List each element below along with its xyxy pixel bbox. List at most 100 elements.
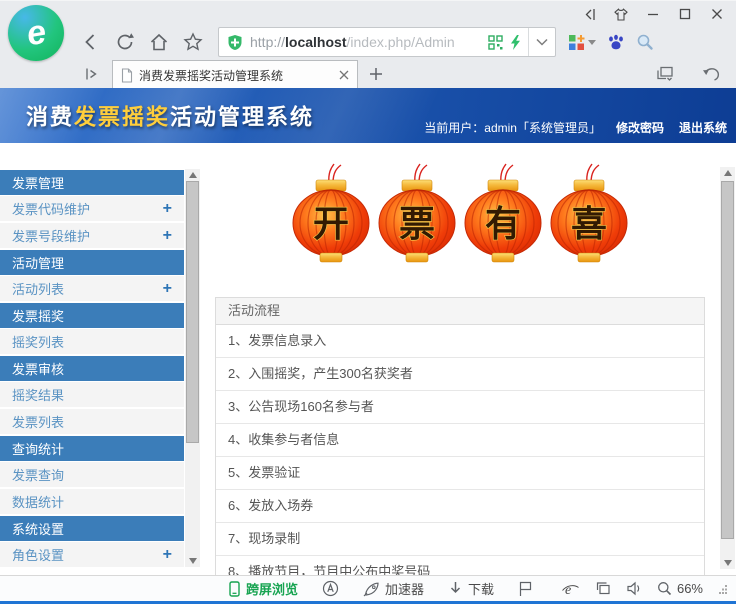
active-tab[interactable]: 消费发票摇奖活动管理系统	[112, 60, 358, 89]
scroll-up-icon[interactable]	[189, 172, 197, 178]
url-dropdown-button[interactable]	[528, 28, 555, 56]
download-button[interactable]: 下载	[448, 579, 494, 598]
plus-tab-icon	[369, 67, 383, 81]
page-banner: 消费发票摇奖活动管理系统 当前用户：admin「系统管理员」 修改密码 退出系统	[0, 88, 736, 143]
sidebar-scrollbar-thumb[interactable]	[186, 181, 199, 443]
title-part-3: 活动管理系统	[170, 104, 314, 129]
multi-window-button[interactable]	[595, 581, 611, 596]
sidebar-row-label: 数据统计	[12, 492, 64, 511]
expand-tabs-icon	[84, 66, 100, 82]
url-path: /index.php/Admin	[347, 34, 455, 50]
scroll-up-icon[interactable]	[724, 170, 732, 176]
sidebar-row[interactable]: 发票摇奖 +	[0, 303, 184, 328]
lantern-image: 喜	[548, 163, 630, 291]
logout-link[interactable]: 退出系统	[679, 119, 727, 136]
search-tool-button[interactable]	[636, 33, 654, 51]
status-bar-right: e 66%	[561, 576, 728, 601]
sidebar-row[interactable]: 发票查询 +	[0, 462, 184, 489]
process-step: 8、播放节目，节目中公布中奖号码	[216, 556, 704, 575]
sidebar-row[interactable]: 活动管理 +	[0, 250, 184, 275]
page-scrollbar[interactable]	[720, 167, 735, 569]
sidebar-row[interactable]: 数据统计 +	[0, 489, 184, 516]
lantern-image: 票	[376, 163, 458, 291]
svg-text:e: e	[565, 583, 571, 597]
maximize-icon	[679, 8, 691, 20]
sidebar-row-label: 发票列表	[12, 412, 64, 431]
report-flag-button[interactable]	[518, 581, 533, 597]
process-step: 5、发票验证	[216, 457, 704, 490]
process-panel-title: 活动流程	[216, 298, 704, 325]
qr-code-icon[interactable]	[488, 35, 503, 50]
windows-icon	[595, 581, 611, 596]
site-safety-shield-icon[interactable]	[227, 34, 243, 51]
sidebar-row[interactable]: 发票列表 +	[0, 409, 184, 436]
sidebar-row-label: 角色设置	[12, 545, 64, 564]
process-step: 7、现场录制	[216, 523, 704, 556]
dock-sidebar-button[interactable]	[576, 3, 602, 25]
sidebar-row[interactable]: 角色设置 +	[0, 542, 184, 569]
plus-icon[interactable]: +	[163, 228, 172, 244]
change-password-link[interactable]: 修改密码	[616, 119, 664, 136]
resize-grip[interactable]	[718, 584, 728, 594]
baidu-paw-button[interactable]	[607, 34, 625, 50]
back-button[interactable]	[74, 27, 108, 57]
chevron-down-icon	[536, 38, 548, 46]
maximize-button[interactable]	[672, 3, 698, 25]
home-button[interactable]	[142, 27, 176, 57]
minimize-button[interactable]	[640, 3, 666, 25]
status-bar: 跨屏浏览 加速器 下载 e 66%	[0, 575, 736, 601]
cross-screen-browse-label: 跨屏浏览	[246, 579, 298, 598]
refresh-button[interactable]	[108, 27, 142, 57]
title-part-2: 发票摇奖	[74, 104, 170, 129]
compatibility-mode-button[interactable]: e	[561, 581, 580, 597]
close-tab-button[interactable]	[339, 70, 349, 80]
scroll-down-icon[interactable]	[189, 558, 197, 564]
restore-closed-tab-button[interactable]	[702, 66, 720, 82]
page-scrollbar-thumb[interactable]	[721, 181, 734, 539]
sidebar-row[interactable]: 活动列表 +	[0, 276, 184, 303]
plus-icon[interactable]: +	[163, 547, 172, 563]
sidebar-row-label: 摇奖列表	[12, 332, 64, 351]
skin-button[interactable]	[608, 3, 634, 25]
browser-chrome: e http://localhost/index.php/Admin	[0, 0, 736, 88]
download-label: 下载	[468, 579, 494, 598]
favorites-button[interactable]	[176, 27, 210, 57]
phone-icon	[228, 581, 241, 597]
new-tab-button[interactable]	[369, 67, 383, 81]
process-panel: 活动流程 1、发票信息录入 2、入围摇奖，产生300名获奖者 3、公告现场160…	[215, 297, 705, 575]
sidebar-row[interactable]: 系统设置 +	[0, 516, 184, 541]
close-window-button[interactable]	[704, 3, 730, 25]
sidebar-row[interactable]: 摇奖列表 +	[0, 329, 184, 356]
tab-list-button[interactable]	[656, 66, 674, 82]
extensions-grid-button[interactable]	[568, 34, 596, 51]
browser-logo[interactable]: e	[8, 5, 64, 61]
speed-mode-bolt-icon[interactable]	[510, 35, 521, 50]
url-text[interactable]: http://localhost/index.php/Admin	[250, 34, 481, 50]
content-area: 开	[215, 143, 705, 575]
plus-icon[interactable]: +	[163, 201, 172, 217]
sidebar-row-label: 活动列表	[12, 279, 64, 298]
sidebar-row[interactable]: 发票管理 +	[0, 170, 184, 195]
volume-button[interactable]	[626, 581, 642, 596]
scroll-down-icon[interactable]	[724, 560, 732, 566]
zoom-control[interactable]: 66%	[657, 581, 703, 596]
status-bar-left: 跨屏浏览 加速器 下载	[228, 576, 533, 601]
expand-tabs-button[interactable]	[84, 66, 100, 82]
tab-title: 消费发票摇奖活动管理系统	[139, 67, 333, 84]
url-scheme: http://	[250, 34, 285, 50]
close-icon	[711, 8, 723, 20]
sidebar-row[interactable]: 发票号段维护 +	[0, 223, 184, 250]
accelerator-button[interactable]: 加速器	[363, 579, 424, 598]
address-bar[interactable]: http://localhost/index.php/Admin	[218, 27, 556, 57]
svg-text:有: 有	[485, 203, 521, 244]
back-icon	[80, 31, 102, 53]
paw-icon	[607, 34, 625, 50]
sidebar-row[interactable]: 发票审核 +	[0, 356, 184, 381]
sidebar-row[interactable]: 摇奖结果 +	[0, 382, 184, 409]
ad-filter-button[interactable]	[322, 580, 339, 597]
plus-icon[interactable]: +	[163, 281, 172, 297]
cross-screen-browse-button[interactable]: 跨屏浏览	[228, 579, 298, 598]
sidebar-row[interactable]: 发票代码维护 +	[0, 196, 184, 223]
sidebar-scrollbar[interactable]	[185, 169, 200, 567]
sidebar-row[interactable]: 查询统计 +	[0, 436, 184, 461]
